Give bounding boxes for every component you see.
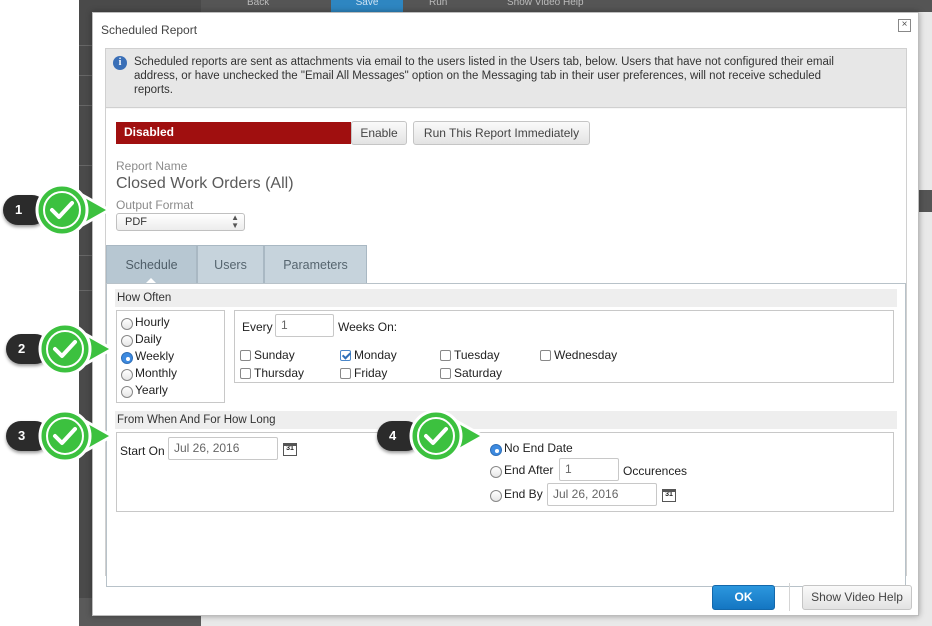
- select-arrows-icon: ▲ ▼: [231, 213, 239, 230]
- enable-button[interactable]: Enable: [351, 121, 407, 145]
- weekly-options-box: Every 1 Weeks On: Sunday Monday Tuesday …: [234, 310, 894, 383]
- day-wednesday-label: Wednesday: [554, 348, 618, 362]
- every-label: Every: [242, 320, 273, 334]
- radio-yearly-label: Yearly: [135, 383, 168, 397]
- bg-save-button: Save: [331, 0, 403, 12]
- background-right-strip: [917, 190, 932, 212]
- radio-monthly[interactable]: Monthly: [121, 366, 177, 383]
- day-thursday[interactable]: Thursday: [240, 366, 304, 382]
- radio-weekly[interactable]: Weekly: [121, 349, 174, 366]
- info-text: Scheduled reports are sent as attachment…: [134, 56, 834, 96]
- tab-schedule[interactable]: Schedule: [106, 245, 197, 284]
- radio-daily[interactable]: Daily: [121, 332, 162, 349]
- radio-hourly-icon[interactable]: [121, 318, 133, 330]
- day-monday[interactable]: Monday: [340, 348, 397, 364]
- check-callout-icon: [409, 409, 487, 463]
- radio-end-by[interactable]: End By: [490, 487, 543, 504]
- scheduled-report-dialog: Scheduled Report × i Scheduled reports a…: [92, 12, 919, 616]
- radio-no-end-date[interactable]: No End Date: [490, 441, 573, 458]
- tab-users[interactable]: Users: [197, 245, 264, 283]
- day-sunday[interactable]: Sunday: [240, 348, 295, 364]
- info-icon: i: [113, 56, 127, 70]
- checkbox-friday[interactable]: [340, 368, 351, 379]
- bg-back-button: Back: [247, 0, 270, 8]
- start-calendar-icon[interactable]: 31: [283, 443, 297, 456]
- radio-end-after-icon[interactable]: [490, 466, 502, 478]
- end-after-input[interactable]: 1: [559, 458, 619, 481]
- report-name-label: Report Name: [116, 159, 188, 173]
- radio-hourly[interactable]: Hourly: [121, 315, 170, 332]
- day-friday[interactable]: Friday: [340, 366, 387, 382]
- no-end-label: No End Date: [504, 441, 573, 455]
- dialog-content: Disabled Enable Run This Report Immediat…: [106, 109, 906, 587]
- ok-button[interactable]: OK: [712, 585, 775, 610]
- radio-weekly-icon[interactable]: [121, 352, 133, 364]
- start-on-label: Start On: [120, 444, 165, 458]
- footer-divider: [789, 583, 790, 611]
- check-callout-icon: [38, 409, 116, 463]
- close-icon[interactable]: ×: [898, 19, 911, 32]
- schedule-panel: How Often Hourly Daily Weekly Monthly Ye…: [106, 283, 906, 587]
- radio-yearly[interactable]: Yearly: [121, 383, 168, 400]
- radio-hourly-label: Hourly: [135, 315, 170, 329]
- day-sunday-label: Sunday: [254, 348, 295, 362]
- day-saturday[interactable]: Saturday: [440, 366, 502, 382]
- every-input[interactable]: 1: [275, 314, 334, 337]
- frequency-radio-group: Hourly Daily Weekly Monthly Yearly: [116, 310, 225, 403]
- status-badge: Disabled: [116, 122, 351, 144]
- report-name: Closed Work Orders (All): [116, 175, 294, 192]
- output-format-label: Output Format: [116, 198, 194, 212]
- weeks-on-label: Weeks On:: [338, 320, 398, 334]
- checkbox-wednesday[interactable]: [540, 350, 551, 361]
- checkbox-tuesday[interactable]: [440, 350, 451, 361]
- day-saturday-label: Saturday: [454, 366, 503, 380]
- date-range-box: Start On Jul 26, 2016 31 No End Date End…: [116, 432, 894, 512]
- radio-weekly-label: Weekly: [135, 349, 175, 363]
- occurrences-label: Occurences: [623, 464, 688, 478]
- bg-help-button: Show Video Help: [507, 0, 584, 8]
- output-format-select[interactable]: PDF ▲ ▼: [116, 213, 245, 231]
- dialog-title: Scheduled Report: [101, 23, 198, 37]
- day-thursday-label: Thursday: [254, 366, 305, 380]
- tab-parameters[interactable]: Parameters: [264, 245, 367, 283]
- background-toolbar: Back Save Run Show Video Help: [201, 0, 932, 12]
- from-when-header: From When And For How Long: [115, 411, 897, 429]
- day-tuesday-label: Tuesday: [454, 348, 500, 362]
- dialog-body: i Scheduled reports are sent as attachme…: [105, 48, 907, 587]
- radio-monthly-label: Monthly: [135, 366, 178, 380]
- end-after-label: End After: [504, 463, 554, 477]
- check-callout-icon: [38, 322, 116, 376]
- radio-monthly-icon[interactable]: [121, 369, 133, 381]
- end-by-label: End By: [504, 487, 543, 501]
- day-monday-label: Monday: [354, 348, 397, 362]
- end-calendar-icon[interactable]: 31: [662, 489, 676, 502]
- checkbox-sunday[interactable]: [240, 350, 251, 361]
- radio-daily-icon[interactable]: [121, 335, 133, 347]
- show-video-help-button[interactable]: Show Video Help: [802, 585, 912, 610]
- checkbox-thursday[interactable]: [240, 368, 251, 379]
- day-friday-label: Friday: [354, 366, 388, 380]
- radio-daily-label: Daily: [135, 332, 162, 346]
- day-wednesday[interactable]: Wednesday: [540, 348, 617, 364]
- end-by-input[interactable]: Jul 26, 2016: [547, 483, 657, 506]
- start-on-input[interactable]: Jul 26, 2016: [168, 437, 278, 460]
- info-banner: i Scheduled reports are sent as attachme…: [106, 49, 906, 108]
- output-format-value: PDF: [125, 216, 147, 228]
- checkbox-monday[interactable]: [340, 350, 351, 361]
- radio-end-after[interactable]: End After: [490, 463, 553, 480]
- how-often-header: How Often: [115, 289, 897, 307]
- bg-run-button: Run: [429, 0, 448, 8]
- radio-yearly-icon[interactable]: [121, 386, 133, 398]
- checkbox-saturday[interactable]: [440, 368, 451, 379]
- tab-schedule-label: Schedule: [125, 258, 178, 272]
- check-callout-icon: [35, 183, 113, 237]
- day-tuesday[interactable]: Tuesday: [440, 348, 500, 364]
- run-now-button[interactable]: Run This Report Immediately: [413, 121, 590, 145]
- radio-end-by-icon[interactable]: [490, 490, 502, 502]
